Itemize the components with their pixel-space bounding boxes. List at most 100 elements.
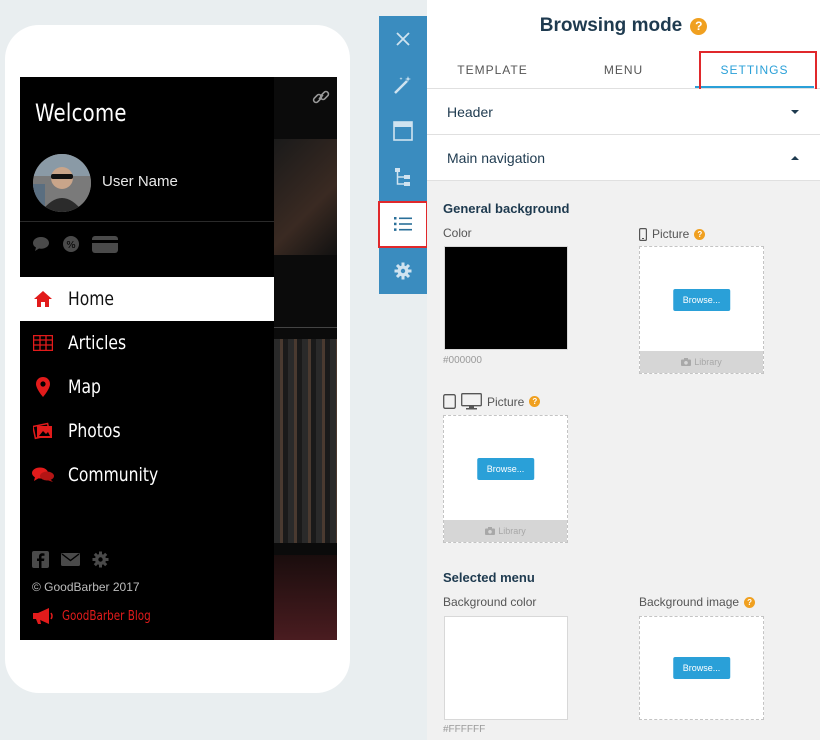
tablet-icon [443, 394, 456, 409]
browse-button[interactable]: Browse... [672, 289, 731, 311]
close-button[interactable] [379, 16, 427, 62]
picture-tablet-dropzone[interactable]: Browse... Library [443, 415, 568, 543]
menu-item-label: Home [68, 288, 115, 310]
blog-link[interactable]: GoodBarber Blog [32, 607, 173, 625]
close-icon [396, 32, 410, 46]
background-image-dropzone[interactable]: Browse... [639, 616, 764, 720]
blog-label: GoodBarber Blog [62, 608, 151, 624]
articles-grid-icon [32, 332, 54, 354]
browse-button[interactable]: Browse... [672, 657, 731, 679]
avatar[interactable] [33, 154, 91, 212]
photos-icon [32, 420, 54, 442]
app-screen: Welcome User Name % Home Articles Map Ph… [20, 77, 337, 640]
library-button[interactable]: Library [640, 351, 763, 373]
accordion-label: Main navigation [447, 149, 546, 166]
background-content [274, 77, 337, 640]
help-icon[interactable]: ? [744, 596, 756, 608]
caret-up-icon [791, 155, 799, 160]
library-button[interactable]: Library [444, 520, 567, 542]
picture-label-text: Picture [652, 227, 690, 241]
tab-bar: TEMPLATE MENU SETTINGS [427, 52, 820, 89]
chat-icon[interactable] [32, 236, 50, 252]
browse-button[interactable]: Browse... [476, 458, 535, 480]
facebook-icon[interactable] [32, 551, 49, 568]
picture-label-text: Picture [487, 394, 525, 409]
color-label-text: Color [443, 226, 472, 240]
list-menu-icon [394, 217, 412, 231]
section-title-selected-menu: Selected menu [443, 570, 535, 585]
caret-down-icon [791, 109, 799, 114]
tab-menu[interactable]: MENU [558, 52, 689, 88]
help-icon[interactable]: ? [694, 228, 706, 240]
mail-icon[interactable] [61, 553, 80, 566]
phone-preview: Welcome User Name % Home Articles Map Ph… [5, 25, 350, 693]
help-icon[interactable]: ? [690, 17, 708, 35]
navigation-drawer: Welcome User Name % Home Articles Map Ph… [20, 77, 274, 640]
selected-menu-color-value: #FFFFFF [443, 724, 486, 735]
picture-phone-label: Picture ? [639, 227, 706, 241]
general-background-color-value: #000000 [443, 355, 482, 366]
drawer-menu: Home Articles Map Photos Community [20, 277, 274, 497]
megaphone-icon [33, 608, 53, 624]
background-image [274, 139, 337, 255]
color-label: Color [443, 226, 472, 240]
camera-icon [485, 527, 496, 535]
phone-icon [639, 227, 647, 241]
accordion-header[interactable]: Header [427, 89, 820, 135]
tab-settings[interactable]: SETTINGS [689, 52, 820, 88]
card-icon[interactable] [92, 235, 118, 253]
section-title-general-background: General background [443, 201, 570, 216]
svg-text:%: % [66, 240, 76, 251]
settings-gear-icon[interactable] [92, 551, 109, 568]
background-image-label: Background image ? [639, 595, 756, 609]
link-icon[interactable] [311, 87, 331, 107]
design-button[interactable] [379, 62, 427, 108]
navigation-button[interactable] [379, 201, 427, 247]
background-image [274, 555, 337, 640]
social-links [32, 551, 109, 568]
menu-item-label: Community [68, 464, 159, 486]
desktop-icon [461, 393, 482, 410]
settings-panel: Browsing mode ? TEMPLATE MENU SETTINGS H… [427, 0, 820, 740]
menu-item-label: Articles [68, 332, 127, 354]
editor-toolbar [379, 16, 427, 294]
menu-item-articles[interactable]: Articles [20, 321, 274, 365]
gear-icon [394, 262, 412, 280]
selected-menu-color-swatch[interactable] [444, 616, 568, 720]
menu-item-map[interactable]: Map [20, 365, 274, 409]
header-button[interactable] [379, 108, 427, 154]
percent-badge-icon[interactable]: % [62, 235, 80, 253]
user-name: User Name [102, 173, 178, 190]
menu-item-label: Photos [68, 420, 121, 442]
background-image-label-text: Background image [639, 595, 740, 609]
home-icon [32, 288, 54, 310]
help-icon[interactable]: ? [529, 396, 541, 407]
header-layout-icon [393, 121, 413, 141]
structure-button[interactable] [379, 154, 427, 200]
copyright-text: © GoodBarber 2017 [32, 580, 140, 594]
quick-actions: % [32, 235, 118, 253]
background-color-label: Background color [443, 595, 536, 609]
picture-phone-dropzone[interactable]: Browse... Library [639, 246, 764, 374]
page-title: Browsing mode [539, 15, 683, 36]
tree-icon [395, 168, 410, 186]
library-label: Library [498, 526, 526, 536]
accordion-main-navigation[interactable]: Main navigation [427, 135, 820, 181]
menu-item-home[interactable]: Home [20, 277, 274, 321]
general-background-color-swatch[interactable] [444, 246, 568, 350]
menu-item-community[interactable]: Community [20, 453, 274, 497]
background-image [274, 339, 337, 543]
magic-wand-icon [394, 76, 411, 94]
menu-item-photos[interactable]: Photos [20, 409, 274, 453]
camera-icon [681, 358, 692, 366]
settings-button[interactable] [379, 248, 427, 294]
tab-template[interactable]: TEMPLATE [427, 52, 558, 88]
panel-header: Browsing mode ? [427, 0, 820, 52]
background-divider [274, 327, 337, 328]
map-pin-icon [32, 376, 54, 398]
menu-item-label: Map [68, 376, 101, 398]
library-label: Library [694, 357, 722, 367]
welcome-title: Welcome [35, 99, 127, 127]
accordion-label: Header [447, 103, 493, 120]
profile-divider [20, 221, 274, 222]
